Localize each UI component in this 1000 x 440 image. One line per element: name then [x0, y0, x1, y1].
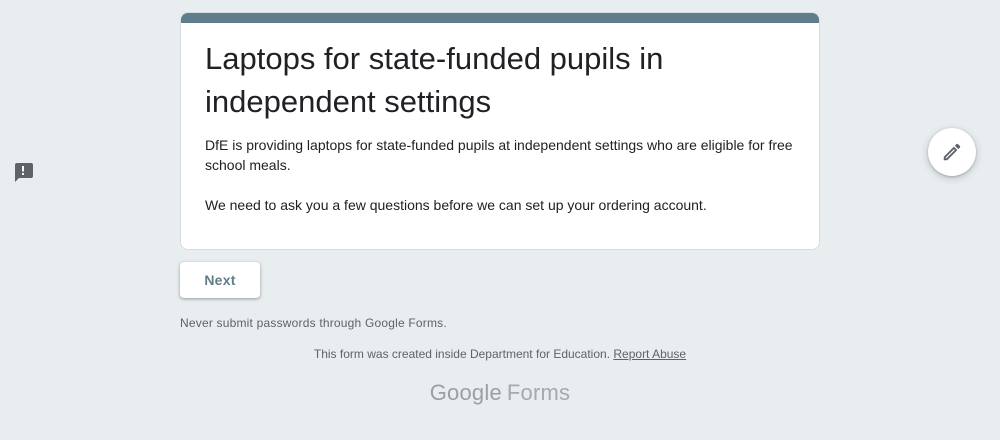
edit-button[interactable]: [928, 128, 976, 176]
google-forms-logo[interactable]: Google Forms: [180, 380, 820, 406]
pencil-icon: [941, 141, 963, 163]
form-title: Laptops for state-funded pupils in indep…: [205, 41, 664, 119]
form-header-card: Laptops for state-funded pupils in indep…: [180, 12, 820, 250]
feedback-icon[interactable]: [12, 160, 36, 184]
created-by-text: This form was created inside Department …: [313, 347, 611, 361]
footer-created-by: This form was created inside Department …: [180, 347, 820, 361]
logo-google-text: Google: [429, 380, 502, 405]
password-warning: Never submit passwords through Google Fo…: [180, 316, 447, 330]
description-paragraph: DfE is providing laptops for state-funde…: [205, 137, 793, 173]
card-accent-bar: [181, 13, 819, 23]
form-description: DfE is providing laptops for state-funde…: [205, 135, 801, 235]
report-abuse-link[interactable]: Report Abuse: [613, 347, 686, 361]
logo-forms-text: Forms: [506, 380, 571, 405]
description-paragraph: We need to ask you a few questions befor…: [205, 197, 707, 213]
next-button[interactable]: Next: [180, 262, 260, 298]
